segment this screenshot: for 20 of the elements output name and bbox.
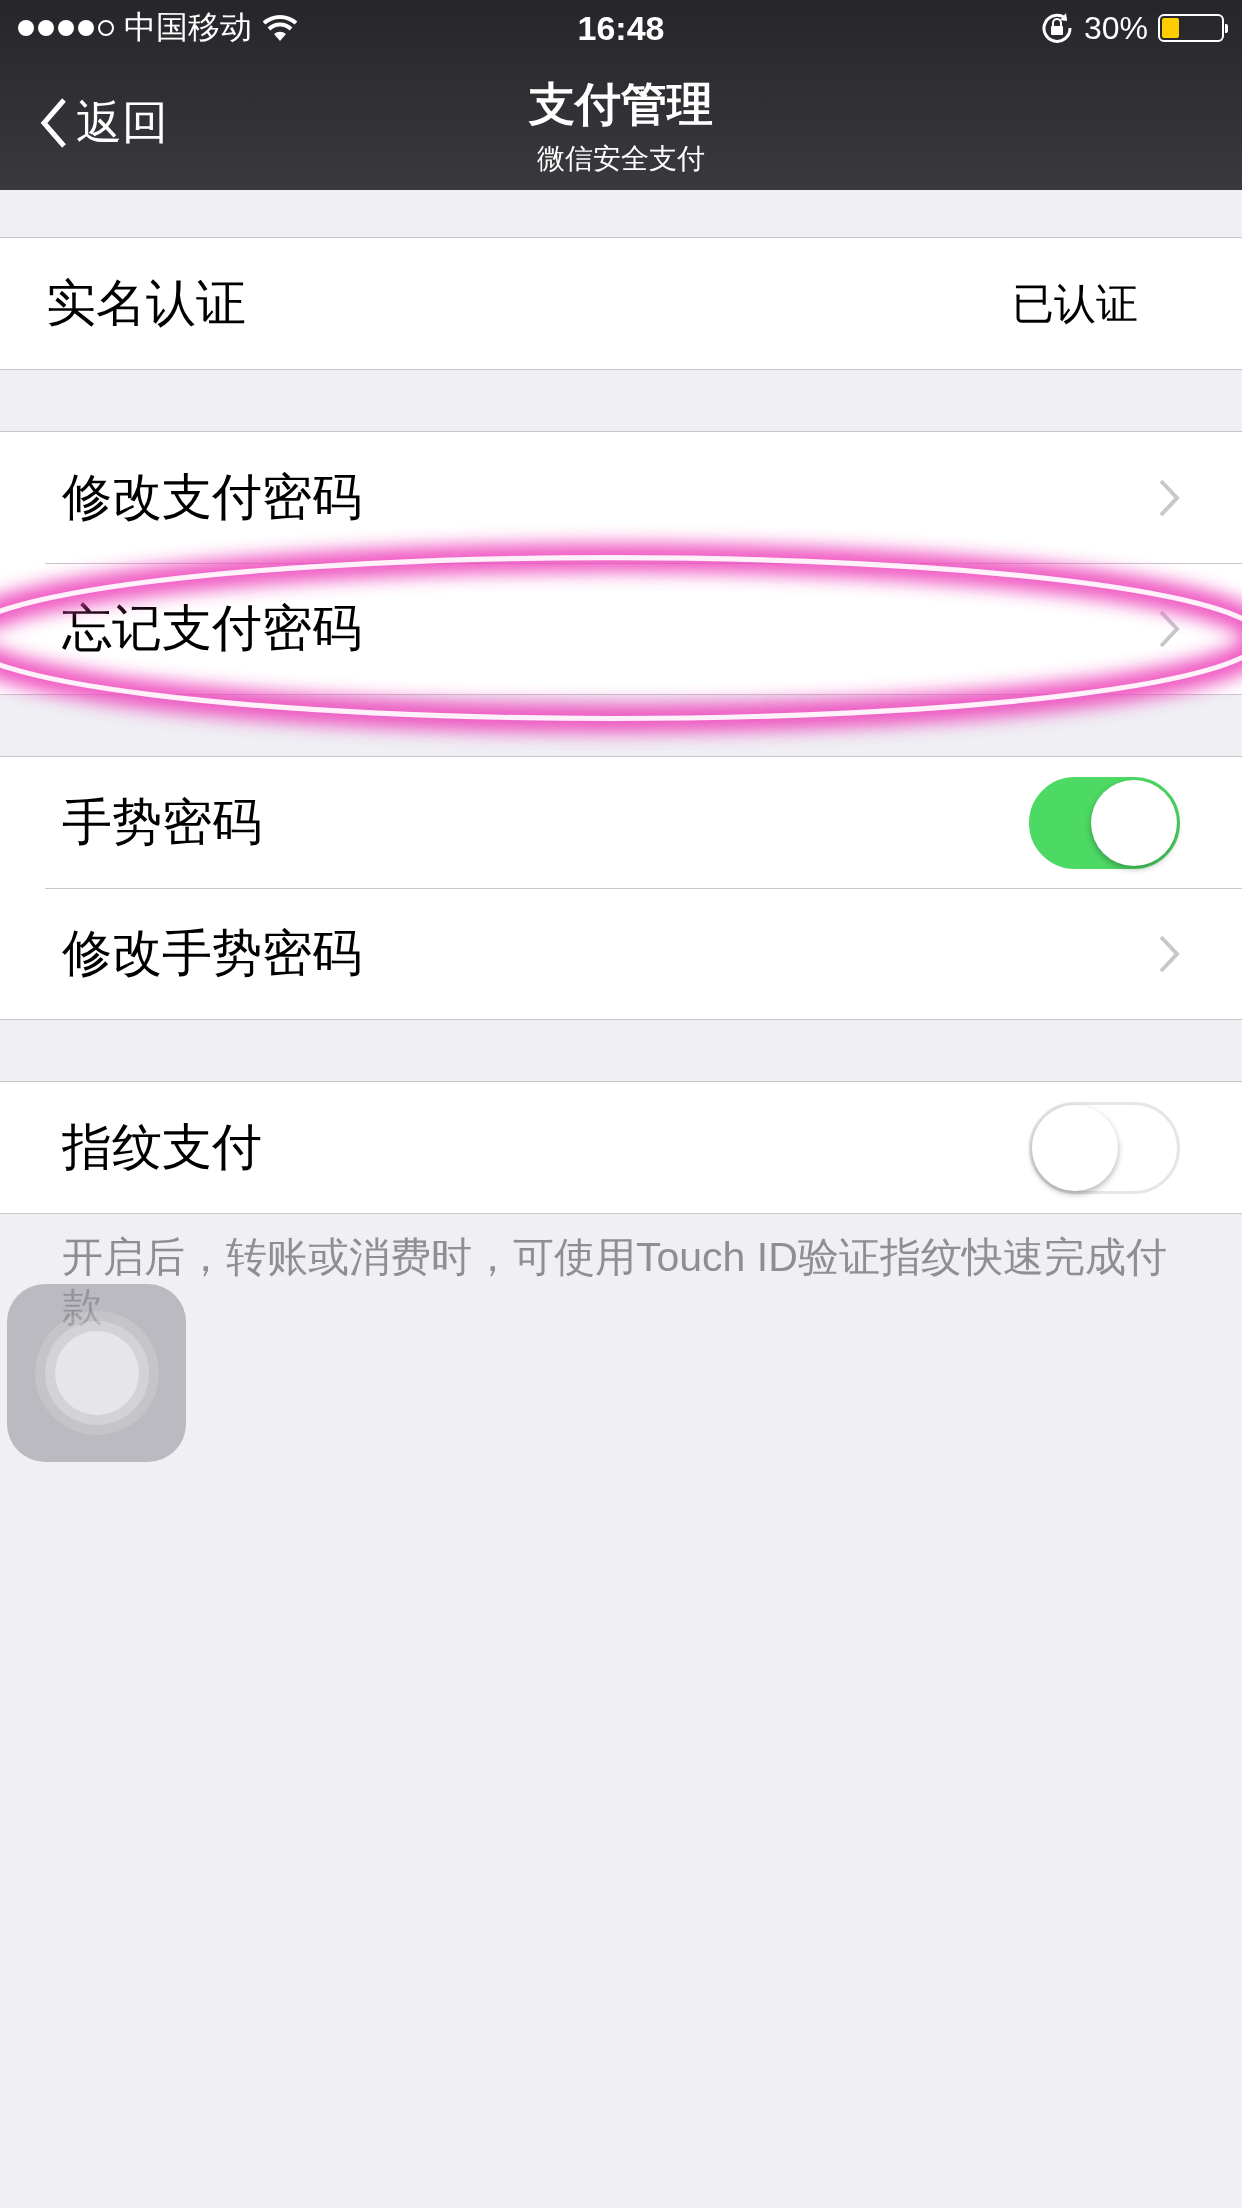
status-time: 16:48 bbox=[577, 8, 665, 47]
assistive-touch-button[interactable] bbox=[7, 1284, 186, 1462]
row-label[interactable]: 修改手势密码 bbox=[62, 920, 1158, 987]
chevron-icon bbox=[1158, 608, 1180, 649]
page-subtitle: 微信安全支付 bbox=[537, 142, 705, 176]
row-label: 手势密码 bbox=[62, 793, 263, 852]
chevron-icon bbox=[1158, 477, 1180, 518]
rotation-lock-icon bbox=[1039, 11, 1074, 45]
carrier-name: 中国移动 bbox=[124, 8, 252, 47]
row-label: 实名认证 bbox=[46, 274, 247, 333]
row-label[interactable]: 修改支付密码 bbox=[62, 464, 1158, 531]
chevron-icon bbox=[1158, 933, 1180, 974]
signal-icon bbox=[18, 20, 114, 36]
row-label: 指纹支付 bbox=[62, 1118, 263, 1177]
back-button[interactable]: 返回 bbox=[40, 92, 168, 154]
wifi-icon bbox=[262, 14, 298, 42]
battery-percent: 30% bbox=[1083, 9, 1148, 47]
page-title: 支付管理 bbox=[529, 77, 713, 132]
back-chevron-icon bbox=[40, 97, 68, 149]
status-value: 已认证 bbox=[1012, 278, 1138, 329]
